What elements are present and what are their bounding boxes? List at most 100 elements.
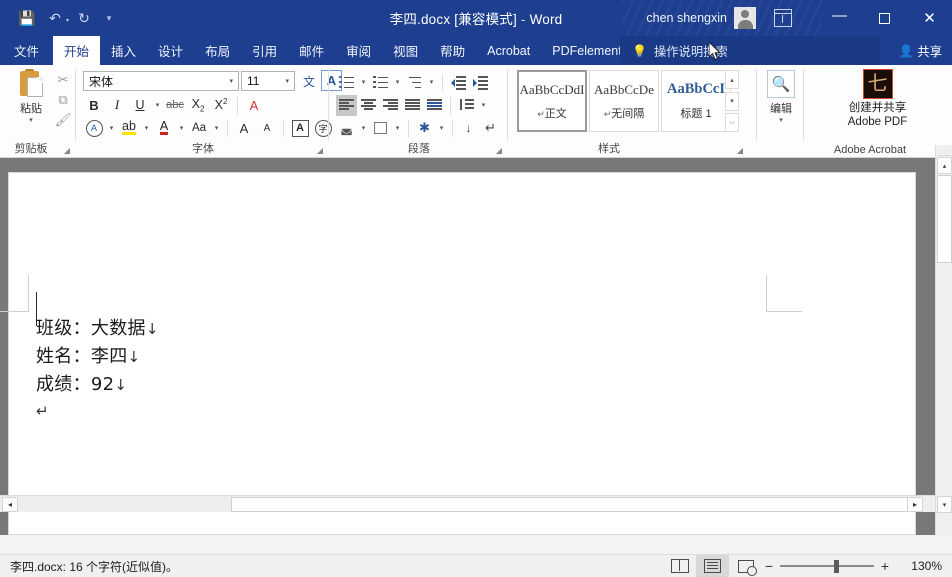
- text-effects-dropdown-icon[interactable]: ▾: [106, 118, 117, 139]
- clipboard-dialog-launcher[interactable]: ◢: [64, 146, 70, 155]
- character-shading-button[interactable]: A: [289, 118, 311, 139]
- paragraph-dialog-launcher[interactable]: ◢: [496, 146, 502, 155]
- clear-formatting-icon[interactable]: A: [243, 95, 265, 116]
- tell-me-search-box[interactable]: 💡 操作说明搜索: [620, 36, 880, 65]
- bullet-list-icon[interactable]: [336, 72, 357, 93]
- highlight-dropdown-icon[interactable]: ▾: [141, 118, 152, 139]
- share-button[interactable]: 👤 共享: [898, 36, 942, 65]
- tab-view[interactable]: 视图: [382, 36, 429, 65]
- distribute-icon[interactable]: [424, 95, 445, 116]
- zoom-slider-thumb[interactable]: [834, 559, 839, 573]
- account-area[interactable]: chen shengxin: [646, 0, 756, 36]
- tab-design[interactable]: 设计: [147, 36, 194, 65]
- zoom-in-button[interactable]: +: [874, 558, 896, 574]
- scroll-up-icon[interactable]: ▴: [937, 157, 952, 174]
- phonetic-guide-paragraph-icon[interactable]: ✱: [414, 118, 435, 139]
- copy-icon[interactable]: ⧉: [52, 90, 74, 110]
- font-size-dropdown-icon[interactable]: ▾: [285, 77, 289, 85]
- grow-font-button[interactable]: A: [233, 118, 255, 139]
- bold-button[interactable]: B: [83, 95, 105, 116]
- minimize-button[interactable]: —: [817, 0, 862, 36]
- tab-file[interactable]: 文件: [0, 36, 53, 65]
- justify-icon[interactable]: [402, 95, 423, 116]
- decrease-indent-icon[interactable]: [448, 72, 469, 93]
- numbered-list-dropdown-icon[interactable]: ▾: [392, 72, 403, 93]
- editing-dropdown-icon[interactable]: ▾: [764, 116, 798, 125]
- paste-button[interactable]: 粘贴 ▾: [8, 69, 54, 125]
- multilevel-list-icon[interactable]: [404, 72, 425, 93]
- tab-help[interactable]: 帮助: [429, 36, 476, 65]
- subscript-button[interactable]: X2: [187, 95, 209, 116]
- style-item-normal[interactable]: AaBbCcDdI ↵正文: [517, 70, 587, 132]
- tab-home[interactable]: 开始: [53, 36, 101, 65]
- zoom-slider[interactable]: [780, 559, 874, 573]
- phonetic-guide-dropdown-icon[interactable]: ▾: [436, 118, 447, 139]
- scroll-down-icon[interactable]: ▾: [937, 496, 952, 513]
- font-name-dropdown-icon[interactable]: ▾: [229, 77, 233, 85]
- font-dialog-launcher[interactable]: ◢: [317, 146, 323, 155]
- font-name-input[interactable]: 宋体 ▾: [83, 71, 239, 91]
- vertical-scroll-thumb[interactable]: [937, 175, 952, 263]
- align-left-icon[interactable]: [336, 94, 357, 116]
- scroll-right-icon[interactable]: ▸: [907, 497, 923, 512]
- superscript-button[interactable]: X2: [210, 95, 232, 116]
- line-spacing-dropdown-icon[interactable]: ▾: [478, 95, 489, 116]
- create-share-pdf-button[interactable]: 七 创建并共享 Adobe PDF: [825, 69, 930, 129]
- borders-icon[interactable]: [370, 118, 391, 139]
- shrink-font-button[interactable]: A: [256, 118, 278, 139]
- ribbon-display-options-icon[interactable]: [774, 9, 792, 27]
- highlight-button[interactable]: ab: [118, 118, 140, 139]
- editing-button[interactable]: 🔍 编辑 ▾: [764, 70, 798, 125]
- font-color-dropdown-icon[interactable]: ▾: [176, 118, 187, 139]
- change-case-button[interactable]: Aa: [188, 118, 210, 139]
- horizontal-scroll-thumb[interactable]: [231, 497, 919, 512]
- phonetic-guide-icon[interactable]: 文: [299, 71, 319, 91]
- read-mode-view-button[interactable]: [663, 555, 696, 577]
- bullet-list-dropdown-icon[interactable]: ▾: [358, 72, 369, 93]
- increase-indent-icon[interactable]: [470, 72, 491, 93]
- text-effects-button[interactable]: A: [83, 118, 105, 139]
- align-right-icon[interactable]: [380, 95, 401, 116]
- borders-dropdown-icon[interactable]: ▾: [392, 118, 403, 139]
- font-color-button[interactable]: A: [153, 118, 175, 139]
- format-painter-icon[interactable]: 🖌: [52, 110, 74, 130]
- tab-acrobat[interactable]: Acrobat: [476, 36, 541, 65]
- italic-button[interactable]: I: [106, 95, 128, 116]
- line-spacing-icon[interactable]: [456, 95, 477, 116]
- show-paragraph-marks-icon[interactable]: ↵: [480, 118, 501, 139]
- document-page[interactable]: 班级：大数据↓ 姓名：李四↓ 成绩：92↓ ↵: [0, 172, 916, 535]
- styles-dialog-launcher[interactable]: ◢: [737, 146, 743, 155]
- align-center-icon[interactable]: [358, 95, 379, 116]
- underline-dropdown-icon[interactable]: ▾: [152, 95, 163, 116]
- document-text[interactable]: 班级：大数据↓ 姓名：李四↓ 成绩：92↓ ↵: [36, 315, 736, 425]
- close-button[interactable]: ✕: [907, 0, 952, 36]
- tab-references[interactable]: 引用: [241, 36, 288, 65]
- multilevel-list-dropdown-icon[interactable]: ▾: [426, 72, 437, 93]
- maximize-button[interactable]: [862, 0, 907, 36]
- vertical-scrollbar[interactable]: ▴ ▾: [935, 145, 952, 535]
- style-item-nospacing[interactable]: AaBbCcDе ↵无间隔: [589, 70, 659, 132]
- styles-more-icon[interactable]: ⌵: [725, 113, 739, 132]
- paste-dropdown-icon[interactable]: ▾: [8, 116, 54, 125]
- tab-review[interactable]: 审阅: [335, 36, 382, 65]
- scroll-left-icon[interactable]: ◂: [2, 497, 18, 512]
- split-window-handle[interactable]: [937, 145, 952, 156]
- zoom-out-button[interactable]: −: [758, 558, 780, 574]
- zoom-level-label[interactable]: 130%: [896, 559, 942, 573]
- styles-scroll-down-icon[interactable]: ▾: [725, 91, 739, 111]
- shading-dropdown-icon[interactable]: ▾: [358, 118, 369, 139]
- strikethrough-button[interactable]: abc: [164, 95, 186, 116]
- underline-button[interactable]: U: [129, 95, 151, 116]
- tab-pdfelement[interactable]: PDFelement: [541, 36, 632, 65]
- horizontal-scrollbar[interactable]: ◂ ▸: [0, 495, 935, 512]
- tab-insert[interactable]: 插入: [100, 36, 147, 65]
- sort-icon[interactable]: ↓: [458, 118, 479, 139]
- tab-layout[interactable]: 布局: [194, 36, 241, 65]
- tab-mailings[interactable]: 邮件: [288, 36, 335, 65]
- numbered-list-icon[interactable]: [370, 72, 391, 93]
- avatar[interactable]: [734, 7, 756, 29]
- cut-icon[interactable]: ✂: [52, 70, 74, 90]
- style-item-heading1[interactable]: AaBbCcI 标题 1: [661, 70, 731, 132]
- print-layout-view-button[interactable]: [696, 555, 729, 577]
- shading-icon[interactable]: ◛: [336, 118, 357, 139]
